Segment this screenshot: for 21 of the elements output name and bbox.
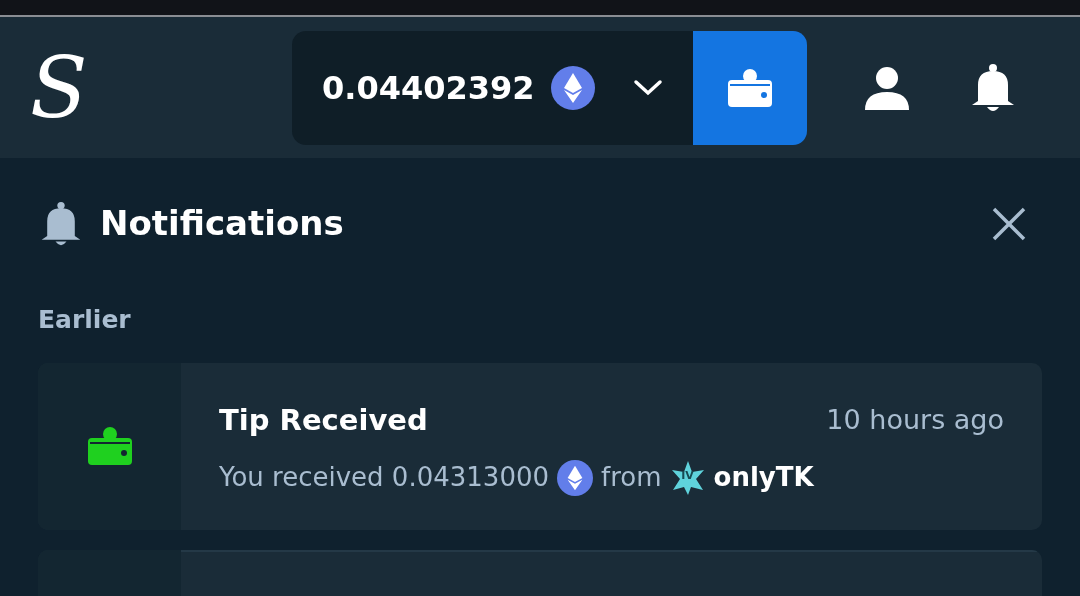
section-heading: Earlier	[38, 304, 132, 336]
notification-time: 10 hours ago	[826, 403, 1004, 437]
wallet-button[interactable]	[693, 30, 807, 145]
notification-title: Tip Received	[219, 401, 428, 439]
user-icon[interactable]	[864, 65, 910, 110]
ethereum-icon	[557, 459, 593, 496]
user-link[interactable]: onlyTK	[713, 458, 814, 497]
ethereum-icon	[550, 65, 595, 110]
wallet-icon	[86, 426, 133, 466]
notification-bell-icon[interactable]	[970, 62, 1016, 113]
notification-card[interactable]: Tip Received 10 hours ago You received 0.04313000 from IV onlyTK	[38, 362, 1042, 530]
from-label: from	[601, 461, 662, 494]
wallet-icon	[727, 67, 773, 108]
logo[interactable]: S	[30, 45, 100, 130]
notification-text: You received 0.04313000	[219, 461, 549, 494]
balance-amount: 0.04402392	[322, 67, 535, 109]
level-badge-text: IV	[680, 467, 695, 484]
close-icon[interactable]	[992, 206, 1026, 241]
panel-title: Notifications	[100, 202, 344, 245]
chevron-down-icon[interactable]	[633, 77, 663, 98]
star-badge-icon	[669, 459, 706, 496]
